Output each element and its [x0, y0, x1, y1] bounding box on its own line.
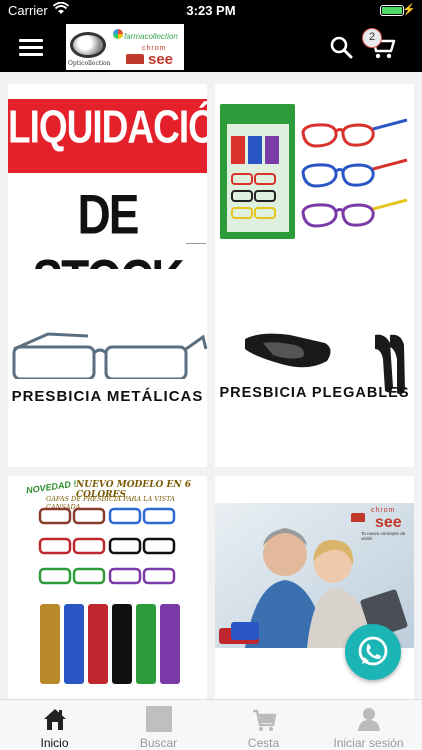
tab-buscar-label: Buscar — [139, 736, 178, 750]
tab-cesta[interactable]: Cesta — [211, 700, 316, 750]
logo-farmacollection-text: farmacollection — [124, 32, 178, 41]
category-tile-nuevo-modelo[interactable]: NOVEDAD ! NUEVO MODELO EN 6 COLORES GAFA… — [8, 476, 207, 699]
whatsapp-button[interactable] — [345, 624, 401, 680]
store-logo[interactable]: Opticollection farmacollection chrom see — [66, 24, 184, 70]
app-header: Opticollection farmacollection chrom see… — [0, 22, 422, 72]
colored-glasses-catalog-image — [38, 507, 180, 684]
category-tile-liquidacion[interactable]: LIQUIDACIÓN DE STOCK — [8, 84, 207, 274]
tab-iniciar-sesion-label: Iniciar sesión — [333, 736, 404, 750]
category-tile-presbicia-metalicas[interactable]: PRESBICIA METÁLICAS — [8, 269, 207, 467]
opticollection-logo-icon — [70, 32, 106, 58]
category-tile-glasses-pack[interactable] — [215, 84, 414, 274]
logo-see-text: see — [148, 51, 174, 68]
metal-glasses-image — [12, 332, 207, 379]
stock-title: DE STOCK — [32, 183, 184, 274]
whatsapp-icon — [358, 636, 388, 666]
chromsee-logo-icon — [351, 513, 365, 522]
chromsee-tagline: Tu nuevo concepto de visión — [361, 531, 406, 541]
chromsee-small-text: chrom — [371, 507, 396, 514]
user-icon — [357, 708, 380, 731]
cart-count-badge[interactable]: 2 — [362, 28, 382, 48]
charging-icon: ⚡ — [402, 4, 416, 16]
tab-buscar[interactable]: Buscar — [106, 700, 211, 750]
status-bar: Carrier 3:23 PM ⚡ — [0, 0, 422, 22]
status-time: 3:23 PM — [186, 3, 236, 18]
tab-inicio[interactable]: Inicio — [2, 700, 107, 750]
basket-icon — [252, 709, 276, 731]
category-tile-presbicia-plegables[interactable]: PRESBICIA PLEGABLES — [215, 269, 414, 467]
tab-inicio-label: Inicio — [40, 736, 69, 750]
search-icon[interactable] — [329, 35, 353, 59]
battery-icon — [380, 5, 404, 16]
category-grid: LIQUIDACIÓN DE STOCK — [0, 72, 422, 699]
tile-caption: PRESBICIA PLEGABLES — [219, 385, 410, 401]
home-icon — [43, 709, 66, 730]
hamburger-icon[interactable] — [19, 39, 43, 56]
bottom-tab-bar: Inicio Buscar Cesta Iniciar sesión — [0, 699, 422, 750]
divider — [186, 243, 206, 244]
tile-caption: PRESBICIA METÁLICAS — [11, 388, 204, 405]
chromsee-brand-text: see — [375, 514, 402, 531]
search-tab-icon — [145, 706, 172, 732]
app-screen: Carrier 3:23 PM ⚡ Opticollection farmaco… — [0, 0, 422, 750]
liquidacion-title: LIQUIDACIÓN — [8, 101, 207, 153]
chromsee-logo-icon — [126, 54, 144, 64]
tab-cesta-label: Cesta — [247, 736, 280, 750]
farmacollection-logo-icon — [113, 29, 123, 39]
logo-opticollection-text: Opticollection — [68, 60, 111, 67]
tab-iniciar-sesion[interactable]: Iniciar sesión — [316, 700, 421, 750]
glasses-display-box-image — [220, 104, 408, 239]
